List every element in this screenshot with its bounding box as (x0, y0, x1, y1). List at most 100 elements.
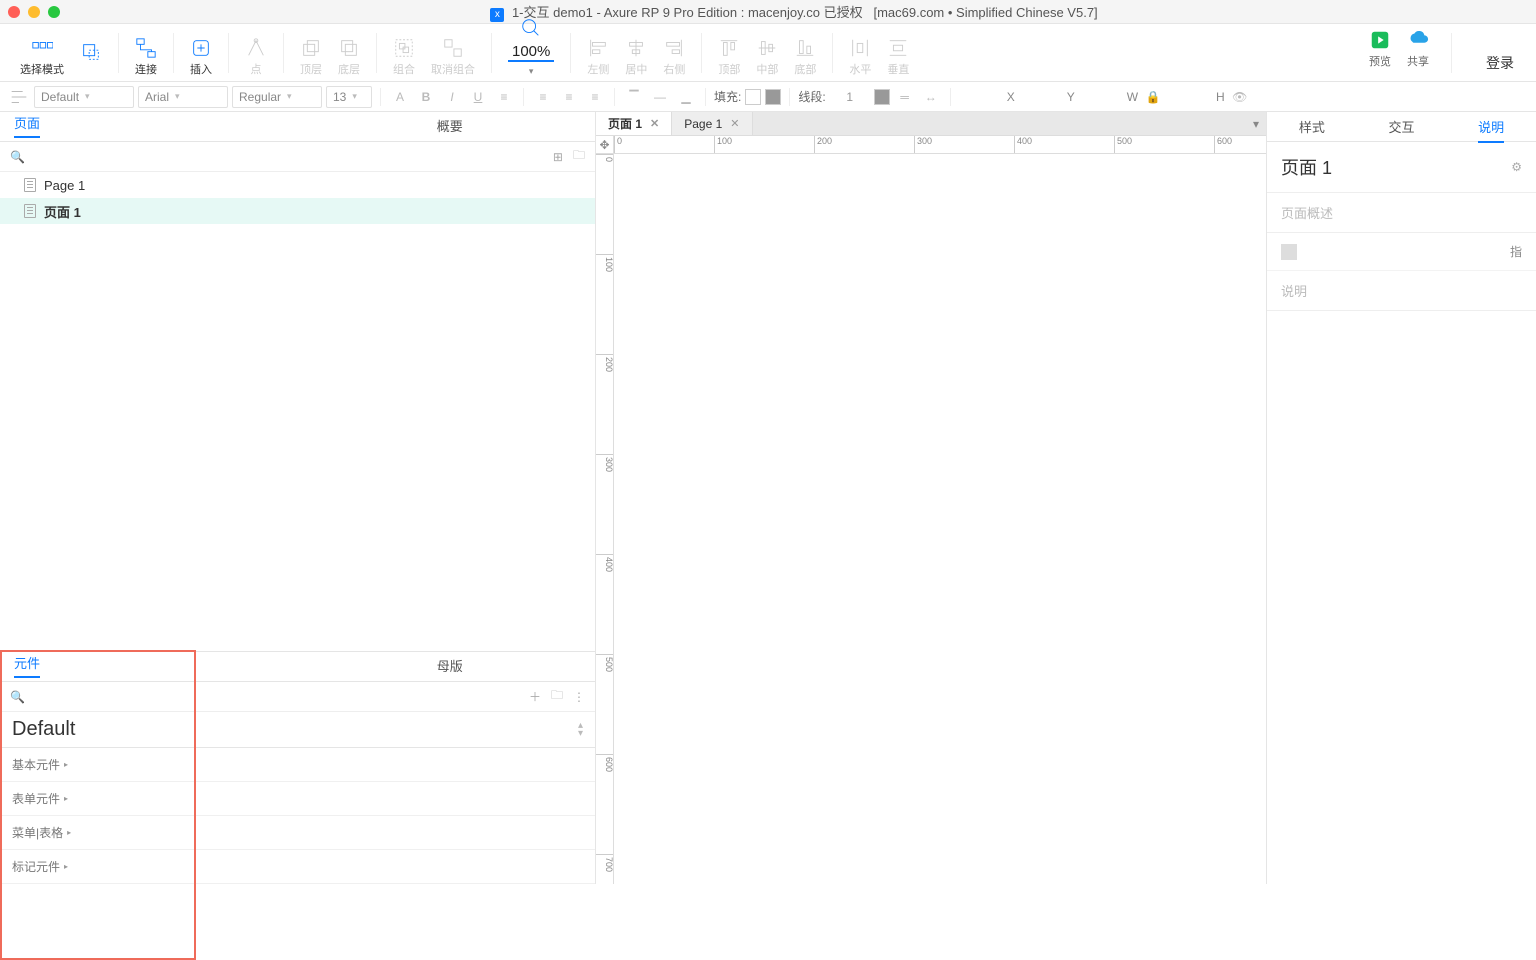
style-manager-icon[interactable] (8, 86, 30, 108)
intersect-mode-button[interactable]: . (80, 41, 102, 81)
close-tab-icon[interactable]: ✕ (650, 117, 659, 130)
tab-masters[interactable]: 母版 (305, 652, 596, 681)
category-label: 标记元件 (12, 858, 60, 875)
assign-label[interactable]: 指 (1510, 243, 1522, 260)
tab-notes[interactable]: 说明 (1446, 112, 1536, 141)
stroke-width-input[interactable]: 1 (830, 90, 870, 104)
fill-image-swatch[interactable] (765, 89, 781, 105)
ruler-tick: 200 (596, 354, 614, 372)
page-item[interactable]: Page 1 (0, 172, 595, 198)
halign-center-icon[interactable]: ≡ (558, 86, 580, 108)
format-bar: Default▾ Arial▾ Regular▾ 13▾ A B I U ≡ ≡… (0, 82, 1536, 112)
ruler-tick: 100 (596, 254, 614, 272)
style-select[interactable]: Default▾ (34, 86, 134, 108)
add-folder-icon[interactable]: 🗀 (573, 146, 585, 167)
gear-icon[interactable]: ⚙ (1511, 160, 1522, 174)
add-page-icon[interactable]: ⊞ (553, 150, 563, 164)
close-tab-icon[interactable]: ✕ (730, 117, 739, 130)
widget-category[interactable]: 菜单|表格 ▸ (0, 816, 595, 850)
ruler-horizontal[interactable]: 0100200300400500600700800900100011001200 (614, 136, 1266, 154)
ungroup-button: 取消组合 (431, 37, 475, 81)
ruler-tick: 0 (596, 154, 614, 162)
align-right-button: 右侧 (663, 37, 685, 81)
fill-color-swatch[interactable] (745, 89, 761, 105)
widget-category[interactable]: 基本元件▸ (0, 748, 595, 782)
tabs-dropdown-icon[interactable]: ▾ (1246, 112, 1266, 135)
align-bottom-button: 底部 (794, 37, 816, 81)
align-middle-button: 中部 (756, 37, 778, 81)
maximize-window-button[interactable] (48, 6, 60, 18)
ruler-tick: 500 (596, 654, 614, 672)
document-tabs: 页面 1✕Page 1✕ ▾ (596, 112, 1266, 136)
fill-label: 填充: (714, 88, 741, 105)
page-overview-input[interactable]: 页面概述 (1267, 193, 1536, 233)
tab-pages[interactable]: 页面 (0, 112, 305, 141)
notes-input[interactable]: 说明 (1267, 271, 1536, 311)
search-widgets-icon[interactable]: 🔍 (10, 690, 25, 704)
halign-right-icon[interactable]: ≡ (584, 86, 606, 108)
app-icon: x (490, 8, 504, 22)
widget-category[interactable]: 标记元件▸ (0, 850, 595, 884)
close-window-button[interactable] (8, 6, 20, 18)
send-back-button: 底层 (338, 37, 360, 81)
add-library-icon[interactable]: ＋ (529, 688, 541, 705)
align-top-button: 顶部 (718, 37, 740, 81)
minimize-window-button[interactable] (28, 6, 40, 18)
valign-top-icon[interactable]: ▔ (623, 86, 645, 108)
text-color-icon[interactable]: A (389, 86, 411, 108)
document-tab[interactable]: Page 1✕ (672, 112, 752, 135)
search-icon[interactable]: 🔍 (10, 150, 25, 164)
category-label: 表单元件 (12, 790, 60, 807)
zoom-control[interactable]: 100%▾ (508, 17, 554, 81)
window-title: x 1-交互 demo1 - Axure RP 9 Pro Edition : … (60, 2, 1528, 22)
library-menu-icon[interactable]: ⋮ (573, 690, 585, 704)
halign-left-icon[interactable]: ≡ (532, 86, 554, 108)
canvas[interactable] (614, 154, 1266, 884)
login-button[interactable]: 登录 (1474, 53, 1526, 73)
bold-icon[interactable]: B (415, 86, 437, 108)
stroke-color-swatch[interactable] (874, 89, 890, 105)
ruler-tick: 600 (1214, 136, 1232, 154)
page-item[interactable]: 页面 1 (0, 198, 595, 224)
share-button[interactable]: 共享 (1407, 29, 1429, 73)
library-folder-icon[interactable]: 🗀 (551, 686, 563, 707)
connect-button[interactable]: 连接 (135, 37, 157, 81)
ruler-origin[interactable]: ✥ (596, 136, 614, 154)
page-list: Page 1页面 1 (0, 172, 595, 224)
valign-middle-icon[interactable]: ― (649, 86, 671, 108)
font-select[interactable]: Arial▾ (138, 86, 228, 108)
document-tab[interactable]: 页面 1✕ (596, 112, 672, 135)
ruler-tick: 400 (1014, 136, 1032, 154)
underline-icon[interactable]: U (467, 86, 489, 108)
italic-icon[interactable]: I (441, 86, 463, 108)
tab-widgets[interactable]: 元件 (0, 652, 305, 681)
ruler-vertical[interactable]: 0100200300400500600700 (596, 154, 614, 884)
ruler-tick: 400 (596, 554, 614, 572)
weight-select[interactable]: Regular▾ (232, 86, 322, 108)
select-mode-button[interactable]: 选择模式 (20, 37, 64, 81)
tab-outline[interactable]: 概要 (305, 112, 596, 141)
left-panels: 页面 概要 🔍 ⊞ 🗀 Page 1页面 1 元件 母版 🔍 ＋ � (0, 112, 596, 884)
ruler-tick: 0 (614, 136, 622, 154)
inspector-page-title: 页面 1 (1281, 154, 1332, 180)
expand-icon: ▸ (67, 828, 71, 837)
size-select[interactable]: 13▾ (326, 86, 372, 108)
visibility-icon[interactable]: 👁 (1229, 86, 1251, 108)
lock-aspect-icon[interactable]: 🔒 (1142, 86, 1164, 108)
expand-icon: ▸ (64, 760, 68, 769)
arrow-style-icon[interactable]: ↔ (920, 86, 942, 108)
tab-interactions[interactable]: 交互 (1357, 112, 1447, 141)
tab-style[interactable]: 样式 (1267, 112, 1357, 141)
widget-category[interactable]: 表单元件▸ (0, 782, 595, 816)
category-label: 菜单|表格 (12, 824, 63, 841)
stroke-style-icon[interactable]: ═ (894, 86, 916, 108)
valign-bottom-icon[interactable]: ▁ (675, 86, 697, 108)
assign-color-swatch[interactable] (1281, 244, 1297, 260)
stroke-label: 线段: (798, 88, 825, 105)
preview-button[interactable]: 预览 (1369, 29, 1391, 73)
page-icon (24, 204, 36, 218)
ruler-tick: 500 (1114, 136, 1132, 154)
bullets-icon[interactable]: ≡ (493, 86, 515, 108)
library-select[interactable]: Default ▴▾ (0, 712, 595, 748)
insert-button[interactable]: 插入 (190, 37, 212, 81)
